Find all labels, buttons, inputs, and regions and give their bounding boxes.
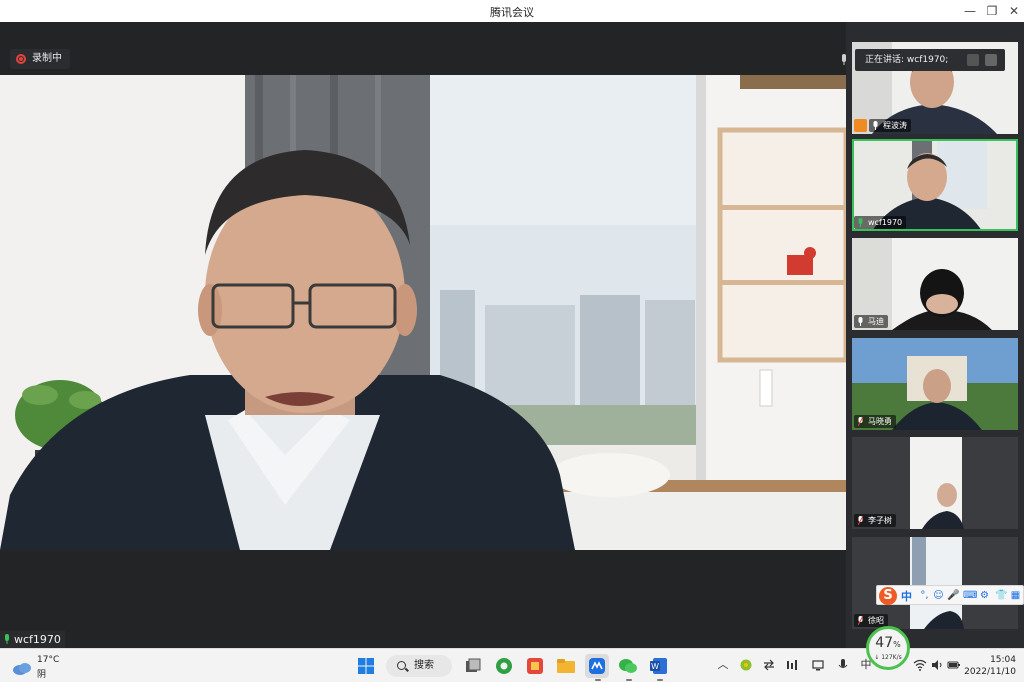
mic-icon bbox=[858, 317, 863, 326]
participant-name: 马晓勇 bbox=[868, 417, 892, 426]
participant-label: 李子树 bbox=[854, 514, 896, 527]
clock-date: 2022/11/10 bbox=[964, 667, 1016, 677]
title-bar: 腾讯会议 — ❐ ✕ bbox=[0, 0, 1024, 22]
participant-tile[interactable]: 马迪 bbox=[852, 238, 1018, 330]
tray-overflow-icon[interactable]: ︿ bbox=[716, 658, 730, 672]
speaker-video-frame bbox=[0, 75, 846, 550]
cloud-icon bbox=[13, 663, 31, 675]
folder-icon[interactable] bbox=[554, 654, 578, 678]
screen: 腾讯会议 — ❐ ✕ 录制中 wcf1970 程波涛 wcf1970 马迪 马晓… bbox=[0, 0, 1024, 682]
punctuation-icon[interactable]: °, bbox=[919, 590, 930, 601]
main-speaker-name: wcf1970 bbox=[14, 633, 61, 646]
skin-icon[interactable]: 👕 bbox=[995, 590, 1007, 601]
recording-label: 录制中 bbox=[32, 53, 62, 64]
sogou-logo-icon: S bbox=[879, 587, 897, 605]
main-video[interactable] bbox=[0, 75, 846, 550]
tray-app-icon[interactable] bbox=[739, 658, 753, 672]
browser-icon[interactable] bbox=[492, 654, 516, 678]
collapse-icon[interactable] bbox=[967, 54, 979, 66]
emoji-icon[interactable]: ☺ bbox=[933, 590, 944, 601]
mic-icon bbox=[873, 121, 878, 130]
active-app-indicator bbox=[595, 679, 601, 681]
keyboard-icon[interactable]: ⌨ bbox=[963, 590, 977, 601]
host-icon bbox=[854, 119, 867, 132]
window-title: 腾讯会议 bbox=[490, 6, 534, 19]
running-app-indicator bbox=[657, 679, 663, 681]
restore-button[interactable]: ❐ bbox=[983, 2, 1001, 20]
speaking-mic-icon bbox=[842, 54, 846, 65]
weather-condition: 阴 bbox=[37, 670, 47, 680]
participant-tile-active[interactable]: wcf1970 bbox=[852, 139, 1018, 231]
participant-panel: 程波涛 wcf1970 马迪 马晓勇 李子树 徐昭 bbox=[846, 22, 1024, 648]
settings-icon[interactable]: ⚙ bbox=[979, 590, 990, 601]
participant-name: 马迪 bbox=[868, 317, 884, 326]
mic-icon bbox=[5, 634, 9, 644]
weather-temp: 17°C bbox=[37, 655, 60, 665]
mic-muted-icon bbox=[858, 516, 863, 525]
participant-name: wcf1970 bbox=[868, 218, 903, 227]
taskbar-search[interactable]: 搜索 bbox=[386, 655, 452, 677]
search-label: 搜索 bbox=[414, 660, 434, 671]
voice-icon[interactable]: 🎤 bbox=[947, 590, 959, 601]
record-icon bbox=[16, 54, 26, 64]
word-icon[interactable]: W bbox=[647, 654, 671, 678]
main-speaker-label: wcf1970 bbox=[0, 631, 65, 648]
participant-name: 徐昭 bbox=[868, 616, 884, 625]
running-app-indicator bbox=[626, 679, 632, 681]
mic-muted-icon bbox=[858, 616, 863, 625]
weather-widget[interactable]: 17°C 阴 bbox=[12, 655, 72, 680]
taskbar-clock[interactable]: 15:04 2022/11/10 bbox=[956, 654, 1016, 678]
network-speed-widget[interactable]: 47% ↓ 127K/s bbox=[866, 626, 910, 670]
back-arrow-icon[interactable] bbox=[985, 54, 997, 66]
close-button[interactable]: ✕ bbox=[1005, 2, 1023, 20]
network-percent: 47 bbox=[875, 635, 894, 651]
participant-tile[interactable]: 马晓勇 bbox=[852, 338, 1018, 430]
participant-label: 马迪 bbox=[854, 315, 888, 328]
wifi-icon[interactable] bbox=[913, 658, 927, 672]
speaking-text: 正在讲话: wcf1970; bbox=[865, 55, 949, 65]
mic-icon bbox=[858, 218, 863, 227]
participant-name: 李子树 bbox=[868, 516, 892, 525]
speaking-indicator: 正在讲话: wcf1970; bbox=[855, 49, 1005, 71]
participant-name: 程波涛 bbox=[883, 121, 907, 130]
grid-menu-icon[interactable]: ▦ bbox=[1010, 590, 1021, 601]
volume-icon[interactable] bbox=[930, 658, 944, 672]
tray-audio-level-icon[interactable] bbox=[785, 658, 799, 672]
participant-tile[interactable]: 李子树 bbox=[852, 437, 1018, 529]
tray-sync-icon[interactable] bbox=[762, 658, 776, 672]
network-speed: ↓ 127K/s bbox=[874, 654, 902, 661]
mic-muted-icon bbox=[858, 417, 863, 426]
ime-toolbar[interactable]: S 中 °, ☺ 🎤 ⌨ ⚙ 👕 ▦ bbox=[876, 585, 1024, 605]
participant-label: wcf1970 bbox=[854, 216, 907, 229]
participant-label: 马晓勇 bbox=[854, 415, 896, 428]
participant-label: 徐昭 bbox=[854, 614, 888, 627]
ime-language[interactable]: 中 bbox=[901, 588, 912, 604]
svg-text:W: W bbox=[651, 662, 659, 671]
tray-display-icon[interactable] bbox=[811, 658, 825, 672]
tencent-meeting-icon[interactable] bbox=[585, 654, 609, 678]
network-percent-unit: % bbox=[893, 640, 901, 649]
app-red-icon[interactable] bbox=[523, 654, 547, 678]
wechat-icon[interactable] bbox=[616, 654, 640, 678]
recording-indicator[interactable]: 录制中 bbox=[10, 49, 70, 69]
participant-tile[interactable]: 徐昭 bbox=[852, 537, 1018, 629]
search-icon bbox=[397, 661, 406, 670]
participant-label: 程波涛 bbox=[869, 119, 911, 132]
clock-time: 15:04 bbox=[990, 655, 1016, 665]
tray-mic-icon[interactable] bbox=[836, 658, 850, 672]
minimize-button[interactable]: — bbox=[961, 2, 979, 20]
start-icon[interactable] bbox=[354, 654, 378, 678]
task-view-icon[interactable] bbox=[461, 654, 485, 678]
